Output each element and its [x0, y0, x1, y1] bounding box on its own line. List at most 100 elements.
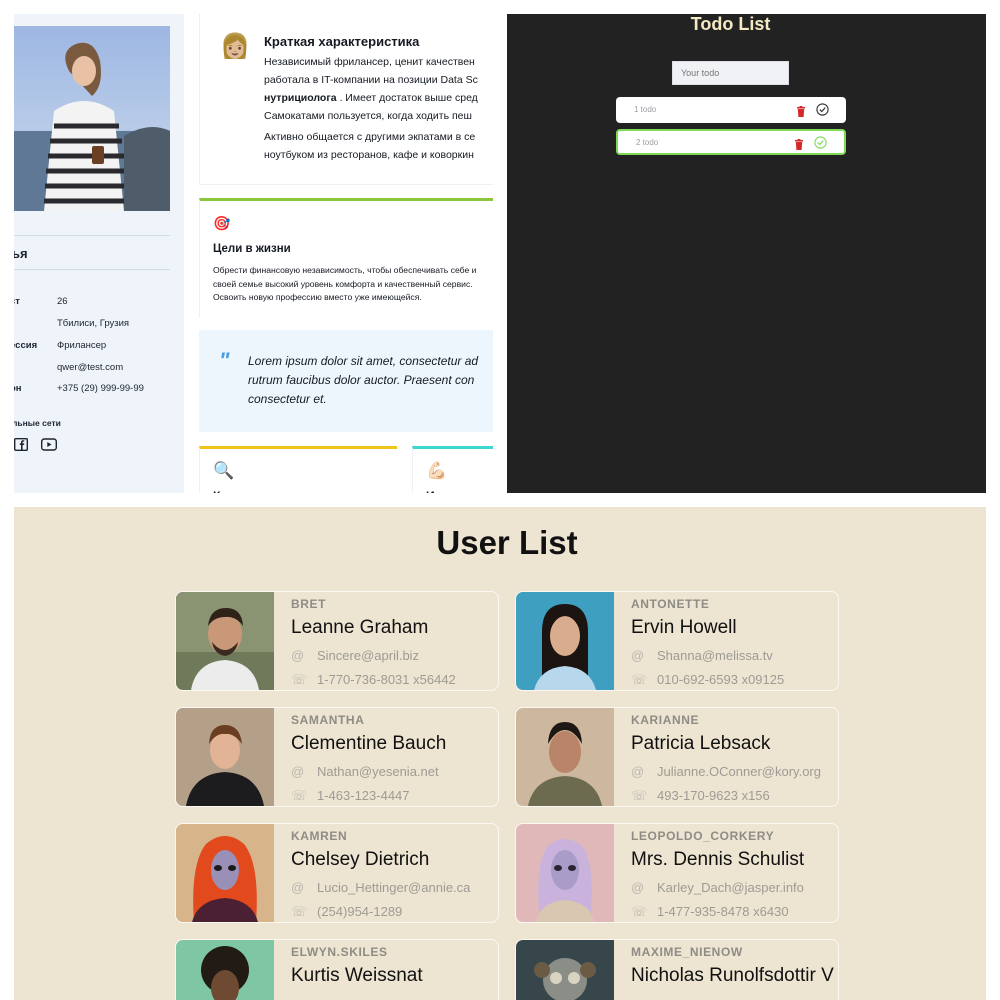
- email: Julianne.OConner@kory.org: [657, 764, 821, 779]
- user-card[interactable]: KAMREN Chelsey Dietrich @ Lucio_Hettinger…: [175, 823, 499, 923]
- profile-name: ья: [14, 246, 28, 261]
- user-name: Leanne Graham: [291, 617, 429, 638]
- email-row[interactable]: @ Karley_Dach@jasper.info: [631, 880, 804, 895]
- quote-line: consectetur et.: [248, 392, 327, 406]
- phone-row[interactable]: ☏ 1-463-123-4447: [291, 788, 410, 804]
- at-icon: @: [291, 764, 305, 779]
- todo-input[interactable]: [672, 61, 789, 85]
- brief-card: 👩🏼 Краткая характеристика Независимый фр…: [199, 14, 493, 185]
- trash-icon[interactable]: [794, 137, 804, 150]
- brief-text: нутрициолога . Имеет достаток выше сред: [264, 92, 478, 104]
- todo-panel: Todo List 1 todo 2 todo: [507, 14, 986, 493]
- user-card[interactable]: LEOPOLDO_CORKERY Mrs. Dennis Schulist @ K…: [515, 823, 839, 923]
- goals-card: 🎯 Цели в жизни Обрести финансовую незави…: [199, 198, 493, 318]
- email: Sincere@april.biz: [317, 648, 420, 663]
- user-name: Clementine Bauch: [291, 733, 447, 754]
- profile-photo: [14, 26, 170, 211]
- phone-icon: ☏: [291, 672, 308, 687]
- trash-icon[interactable]: [796, 104, 806, 117]
- avatar: [176, 708, 274, 806]
- todo-item[interactable]: 1 todo: [616, 97, 846, 123]
- target-icon: 🎯: [213, 215, 231, 231]
- brief-text: Активно общается с другими экпатами в се: [264, 131, 476, 143]
- user-list-title: User List: [436, 524, 578, 561]
- brief-text: работала в IT-компании на позиции Data S…: [264, 74, 478, 86]
- quote-text: Lorem ipsum dolor sit amet, consectetur …: [248, 352, 493, 409]
- email-row[interactable]: @ Lucio_Hettinger@annie.ca: [291, 880, 470, 895]
- at-icon: @: [631, 880, 645, 895]
- phone-row[interactable]: ☏ (254)954-1289: [291, 904, 402, 920]
- phone-row[interactable]: ☏ 1-770-736-8031 x56442: [291, 672, 456, 688]
- avatar: [516, 940, 614, 1000]
- phone-row[interactable]: ☏ 1-477-935-8478 x6430: [631, 904, 789, 920]
- quote-icon: ": [219, 348, 230, 373]
- user-card[interactable]: ANTONETTE Ervin Howell @ Shanna@melissa.t…: [515, 591, 839, 691]
- user-card[interactable]: KARIANNE Patricia Lebsack @ Julianne.OCon…: [515, 707, 839, 807]
- username: MAXIME_NIENOW: [631, 945, 743, 959]
- email-row[interactable]: @ Sincere@april.biz: [291, 648, 419, 663]
- divider: [14, 235, 170, 236]
- username: BRET: [291, 597, 327, 611]
- search-card: 🔍 К: [199, 446, 397, 493]
- brief-bold: нутрициолога: [264, 92, 337, 104]
- user-card[interactable]: BRET Leanne Graham @ Sincere@april.biz ☏ 1…: [175, 591, 499, 691]
- divider: [14, 269, 170, 270]
- woman-emoji-icon: 👩🏼: [220, 33, 250, 60]
- email-row[interactable]: @ Julianne.OConner@kory.org: [631, 764, 821, 779]
- phone-icon: ☏: [631, 788, 648, 803]
- email: Lucio_Hettinger@annie.ca: [317, 880, 471, 895]
- phone: 010-692-6593 x09125: [657, 672, 785, 687]
- profile-content: 👩🏼 Краткая характеристика Независимый фр…: [199, 14, 493, 493]
- brief-title: Краткая характеристика: [264, 34, 420, 49]
- username: ANTONETTE: [631, 597, 710, 611]
- username: LEOPOLDO_CORKERY: [631, 829, 775, 843]
- phone: 493-170-9623 x156: [657, 788, 770, 803]
- at-icon: @: [631, 764, 645, 779]
- phone-icon: ☏: [291, 788, 308, 803]
- info-value: 26: [57, 296, 68, 307]
- quote-line: rutrum faucibus dolor auctor. Praesent c…: [248, 373, 475, 387]
- at-icon: @: [291, 880, 305, 895]
- avatar: [516, 708, 614, 806]
- user-name: Mrs. Dennis Schulist: [631, 849, 805, 870]
- info-label: ст: [14, 296, 20, 307]
- user-name: Kurtis Weissnat: [291, 965, 423, 986]
- username: SAMANTHA: [291, 713, 365, 727]
- user-card[interactable]: ELWYN.SKILES Kurtis Weissnat: [175, 939, 499, 1000]
- username: KARIANNE: [631, 713, 700, 727]
- email-row[interactable]: @ Shanna@melissa.tv: [631, 648, 773, 663]
- brief-text: Самокатами пользуется, когда ходить пеш: [264, 110, 472, 122]
- email: Karley_Dach@jasper.info: [657, 880, 804, 895]
- phone-row[interactable]: ☏ 493-170-9623 x156: [631, 788, 770, 804]
- todo-item-done[interactable]: 2 todo: [616, 129, 846, 155]
- social-title: льные сети: [14, 418, 61, 428]
- email-row[interactable]: @ Nathan@yesenia.net: [291, 764, 439, 779]
- youtube-icon[interactable]: [40, 438, 58, 451]
- phone-icon: ☏: [631, 904, 648, 919]
- phone-row[interactable]: ☏ 010-692-6593 x09125: [631, 672, 784, 688]
- avatar: [176, 940, 274, 1000]
- check-circle-icon[interactable]: [814, 136, 827, 149]
- facebook-icon[interactable]: [14, 438, 28, 451]
- avatar: [176, 824, 274, 922]
- username: ELWYN.SKILES: [291, 945, 388, 959]
- info-value: Фрилансер: [57, 340, 107, 351]
- muscle-icon: 💪🏻: [426, 461, 448, 480]
- user-list-panel: User List BRET Leanne Graham @ Sincere@ap…: [14, 507, 986, 1000]
- info-label: он: [14, 383, 22, 394]
- phone: 1-477-935-8478 x6430: [657, 904, 789, 919]
- todo-text: 1 todo: [634, 105, 657, 114]
- info-label: ессия: [14, 340, 38, 351]
- card-title: К: [213, 489, 220, 493]
- phone-icon: ☏: [631, 672, 648, 687]
- phone-icon: ☏: [291, 904, 308, 919]
- at-icon: @: [291, 648, 305, 663]
- brief-text-rest: . Имеет достаток выше сред: [336, 92, 478, 104]
- user-card[interactable]: SAMANTHA Clementine Bauch @ Nathan@yeseni…: [175, 707, 499, 807]
- user-name: Nicholas Runolfsdottir V: [631, 965, 834, 986]
- info-value: +375 (29) 999-99-99: [57, 383, 144, 394]
- card-title: И: [426, 489, 435, 493]
- user-card[interactable]: MAXIME_NIENOW Nicholas Runolfsdottir V: [515, 939, 839, 1000]
- check-circle-icon[interactable]: [816, 103, 829, 116]
- brief-text: ноутбуком из ресторанов, кафе и коворкин: [264, 149, 474, 161]
